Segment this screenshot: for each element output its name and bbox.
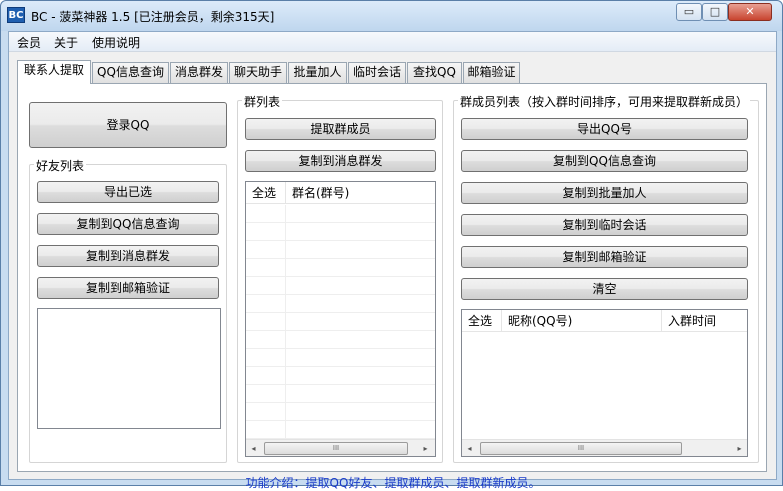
table-row [246, 205, 435, 223]
tab-strip: 联系人提取 QQ信息查询 消息群发 聊天助手 批量加人 临时会话 查找QQ 邮箱… [17, 60, 767, 84]
tab-temp-session[interactable]: 临时会话 [348, 62, 406, 83]
minimize-button[interactable]: ▭ [676, 3, 702, 21]
member-list-header: 全选 昵称(QQ号) 入群时间 [462, 310, 747, 332]
copy-to-temp-session-button[interactable]: 复制到临时会话 [461, 214, 748, 236]
member-scroll-right-arrow-icon[interactable]: ▸ [732, 441, 747, 456]
feature-description: 功能介绍：提取QQ好友、提取群成员、提取群新成员。 [245, 476, 541, 490]
table-row [246, 403, 435, 421]
nickname-column[interactable]: 昵称(QQ号) [502, 310, 662, 332]
tab-contact-extract[interactable]: 联系人提取 [17, 60, 91, 84]
menu-about[interactable]: 关于 [54, 34, 78, 51]
copy-to-mass-message-button[interactable]: 复制到消息群发 [37, 245, 219, 267]
app-window: BC BC - 菠菜神器 1.5 [已注册会员，剩余315天] ▭ □ ✕ 会员… [0, 0, 783, 490]
tab-panel-contact-extract: 登录QQ 好友列表 导出已选 复制到QQ信息查询 复制到消息群发 复制到邮箱验证… [17, 83, 767, 490]
member-list-view[interactable]: 全选 昵称(QQ号) 入群时间 ◂ III ▸ [461, 309, 748, 457]
table-row [246, 331, 435, 349]
group-list-view[interactable]: 全选 群名(群号) ◂ III ▸ [245, 181, 436, 457]
scroll-thumb[interactable]: III [264, 442, 408, 455]
table-row [246, 421, 435, 439]
table-row [246, 313, 435, 331]
copy-to-qq-info-button[interactable]: 复制到QQ信息查询 [37, 213, 219, 235]
tab-batch-add[interactable]: 批量加人 [288, 62, 347, 83]
member-list-title: 群成员列表（按入群时间排序，可用来提取群新成员） [458, 93, 751, 110]
member-list-hscrollbar[interactable]: ◂ III ▸ [462, 439, 747, 456]
app-logo-icon: BC [7, 7, 25, 23]
extract-members-button[interactable]: 提取群成员 [245, 118, 436, 140]
table-row [246, 295, 435, 313]
members-copy-to-email-verify-button[interactable]: 复制到邮箱验证 [461, 246, 748, 268]
table-row [246, 349, 435, 367]
window-title: BC - 菠菜神器 1.5 [已注册会员，剩余315天] [31, 10, 275, 24]
clear-button[interactable]: 清空 [461, 278, 748, 300]
join-time-column[interactable]: 入群时间 [662, 310, 747, 332]
maximize-button[interactable]: □ [702, 3, 728, 21]
scroll-left-arrow-icon[interactable]: ◂ [246, 441, 261, 456]
table-row [246, 277, 435, 295]
copy-to-batch-add-button[interactable]: 复制到批量加人 [461, 182, 748, 204]
export-qq-button[interactable]: 导出QQ号 [461, 118, 748, 140]
table-row [246, 367, 435, 385]
tab-mass-message[interactable]: 消息群发 [170, 62, 228, 83]
table-row [246, 259, 435, 277]
tab-qq-info[interactable]: QQ信息查询 [92, 62, 169, 83]
table-row [246, 223, 435, 241]
menu-member[interactable]: 会员 [17, 34, 41, 51]
login-qq-button[interactable]: 登录QQ [29, 102, 227, 148]
member-scroll-left-arrow-icon[interactable]: ◂ [462, 441, 477, 456]
table-row [246, 385, 435, 403]
scroll-right-arrow-icon[interactable]: ▸ [418, 441, 433, 456]
copy-to-email-verify-button[interactable]: 复制到邮箱验证 [37, 277, 219, 299]
group-list-hscrollbar[interactable]: ◂ III ▸ [246, 439, 435, 456]
group-name-column[interactable]: 群名(群号) [286, 182, 435, 204]
group-list-header: 全选 群名(群号) [246, 182, 435, 204]
close-button[interactable]: ✕ [728, 3, 772, 21]
tab-email-verify[interactable]: 邮箱验证 [463, 62, 520, 83]
members-copy-to-qq-info-button[interactable]: 复制到QQ信息查询 [461, 150, 748, 172]
export-selected-button[interactable]: 导出已选 [37, 181, 219, 203]
title-bar[interactable]: BC BC - 菠菜神器 1.5 [已注册会员，剩余315天] ▭ □ ✕ [1, 1, 782, 31]
client-area: 会员 关于 使用说明 联系人提取 QQ信息查询 消息群发 聊天助手 批量加人 临… [8, 31, 777, 490]
member-select-all-column[interactable]: 全选 [462, 310, 502, 332]
friends-group-title: 好友列表 [34, 157, 87, 174]
table-row [246, 241, 435, 259]
member-scroll-thumb[interactable]: III [480, 442, 682, 455]
group-list-rows [246, 205, 435, 439]
friends-list[interactable] [37, 308, 221, 429]
select-all-column[interactable]: 全选 [246, 182, 286, 204]
menu-help[interactable]: 使用说明 [92, 34, 140, 51]
tab-chat-helper[interactable]: 聊天助手 [229, 62, 287, 83]
menu-bar: 会员 关于 使用说明 [9, 32, 776, 52]
group-list-title: 群列表 [242, 93, 283, 110]
tab-find-qq[interactable]: 查找QQ [407, 62, 462, 83]
copy-to-mass-message-button-2[interactable]: 复制到消息群发 [245, 150, 436, 172]
